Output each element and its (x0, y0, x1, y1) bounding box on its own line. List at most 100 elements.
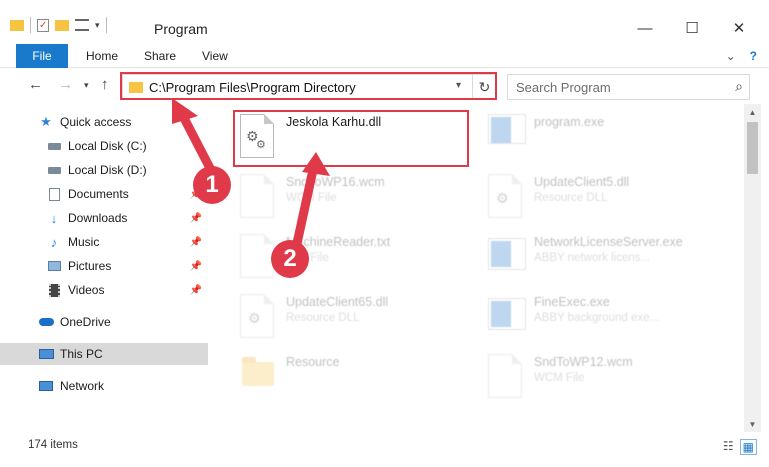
sidebar-item-onedrive[interactable]: OneDrive (0, 311, 208, 333)
details-view-icon[interactable]: ☷ (723, 439, 734, 455)
sidebar-item-quick-access[interactable]: ★ Quick access (0, 111, 208, 133)
file-item-updateclient5[interactable]: ⚙ UpdateClient5.dll Resource DLL (484, 172, 729, 228)
ribbon: File Home Share View ⌄ ? (0, 44, 769, 68)
sidebar-item-documents[interactable]: Documents 📌 (0, 183, 208, 205)
file-name: SndToWP16.wcm (286, 175, 385, 189)
file-name: UpdateClient65.dll (286, 295, 389, 309)
sidebar-item-label: Local Disk (C:) (68, 139, 147, 153)
dll-icon: ⚙ (236, 292, 280, 340)
step-badge-2: 2 (271, 240, 309, 278)
file-item-jeskola-karhu[interactable]: ⚙ ⚙ Jeskola Karhu.dll (236, 112, 481, 168)
tab-view[interactable]: View (202, 49, 228, 63)
back-arrow-icon[interactable]: ← (28, 76, 43, 93)
app-icon (484, 232, 528, 280)
new-folder-icon[interactable] (55, 19, 69, 31)
sidebar-item-local-disk-c[interactable]: Local Disk (C:) (0, 135, 208, 157)
exe-icon (484, 112, 528, 160)
sidebar-item-downloads[interactable]: ↓ Downloads 📌 (0, 207, 208, 229)
scroll-up-icon[interactable]: ▲ (744, 104, 761, 120)
file-icon (236, 172, 280, 220)
pin-icon[interactable]: 📌 (190, 261, 202, 272)
sidebar-item-label: Downloads (68, 211, 128, 225)
tab-file[interactable]: File (16, 44, 68, 68)
view-buttons: ☷ ▦ (723, 439, 757, 455)
address-highlight-box (120, 72, 497, 100)
file-item-fineexec[interactable]: FineExec.exe ABBY background exe... (484, 292, 729, 348)
videos-icon (46, 282, 62, 298)
rename-icon[interactable] (75, 19, 89, 31)
sidebar-item-music[interactable]: ♪ Music 📌 (0, 231, 208, 253)
window-title: Program (154, 21, 208, 37)
tab-home[interactable]: Home (86, 49, 118, 63)
sidebar-item-label: Quick access (60, 115, 132, 129)
dll-icon: ⚙ ⚙ (236, 112, 280, 160)
customize-qat-icon[interactable]: ▾ (95, 20, 100, 31)
close-button[interactable]: ✕ (716, 16, 762, 40)
search-input[interactable]: Search Program (516, 80, 611, 95)
ribbon-controls: ⌄ ? (726, 49, 757, 63)
step-badge-1: 1 (193, 166, 231, 204)
folder-icon (236, 352, 280, 400)
tab-share[interactable]: Share (144, 49, 176, 63)
properties-icon[interactable]: ✓ (37, 18, 49, 32)
file-type: WCM File (534, 372, 585, 384)
file-type: ABBY background exe... (534, 312, 660, 324)
search-icon[interactable]: ⌕ (735, 78, 743, 95)
sidebar-item-label: This PC (60, 347, 103, 361)
file-name: program.exe (534, 115, 605, 129)
pin-icon[interactable]: 📌 (190, 237, 202, 248)
file-name: UpdateClient5.dll (534, 175, 630, 189)
vertical-scrollbar[interactable]: ▲ ▼ (744, 104, 761, 432)
sidebar-item-this-pc[interactable]: This PC (0, 343, 208, 365)
sidebar-item-label: Music (68, 235, 100, 249)
recent-locations-icon[interactable]: ▾ (84, 80, 89, 91)
sidebar-item-label: Pictures (68, 259, 112, 273)
minimize-button[interactable]: — (622, 16, 668, 40)
download-icon: ↓ (50, 210, 58, 226)
pin-icon[interactable]: 📌 (190, 285, 202, 296)
sidebar-item-label: Network (60, 379, 105, 393)
sidebar-item-videos[interactable]: Videos 📌 (0, 279, 208, 301)
file-icon (484, 352, 528, 400)
file-item-sndtowp12[interactable]: SndToWP12.wcm WCM File (484, 352, 729, 408)
large-icons-view-icon[interactable]: ▦ (739, 439, 757, 455)
file-item-resource-folder[interactable]: Resource (236, 352, 481, 408)
navigation-pane: ★ Quick access Local Disk (C:) Local Dis… (0, 108, 210, 433)
title-bar: ✓ ▾ Program — ☐ ✕ (0, 0, 769, 40)
folder-icon[interactable] (10, 19, 24, 31)
sidebar-item-local-disk-d[interactable]: Local Disk (D:) (0, 159, 208, 181)
file-type: Resource DLL (286, 312, 360, 324)
dll-icon: ⚙ (484, 172, 528, 220)
search-box[interactable]: Search Program ⌕ (507, 74, 750, 100)
file-item-updateclient65[interactable]: ⚙ UpdateClient65.dll Resource DLL (236, 292, 481, 348)
network-icon (38, 378, 54, 394)
pin-icon[interactable]: 📌 (190, 213, 202, 224)
sidebar-item-pictures[interactable]: Pictures 📌 (0, 255, 208, 277)
file-name: NetworkLicenseServer.exe (534, 235, 683, 249)
expand-ribbon-icon[interactable]: ⌄ (726, 49, 736, 63)
file-name: SndToWP12.wcm (534, 355, 633, 369)
file-type: ABBY network licens... (534, 252, 651, 264)
sidebar-item-label: Videos (68, 283, 105, 297)
quick-access-toolbar: ✓ ▾ (10, 17, 107, 33)
file-name: Jeskola Karhu.dll (286, 115, 382, 129)
file-type: WCM File (286, 192, 337, 204)
music-icon: ♪ (50, 234, 58, 250)
scroll-down-icon[interactable]: ▼ (744, 416, 761, 432)
help-icon[interactable]: ? (750, 49, 757, 63)
file-type: Resource DLL (534, 192, 608, 204)
up-arrow-icon[interactable]: ↑ (101, 76, 109, 93)
documents-icon (46, 186, 62, 202)
sidebar-item-network[interactable]: Network (0, 375, 208, 397)
sidebar-item-label: OneDrive (60, 315, 111, 329)
file-item-sndtowp16[interactable]: SndToWP16.wcm WCM File (236, 172, 481, 228)
maximize-button[interactable]: ☐ (669, 16, 715, 40)
file-item-networklicenseserver[interactable]: NetworkLicenseServer.exe ABBY network li… (484, 232, 729, 288)
forward-arrow-icon[interactable]: → (58, 76, 73, 93)
pictures-icon (46, 258, 62, 274)
sidebar-item-label: Local Disk (D:) (68, 163, 147, 177)
file-name: FineExec.exe (534, 295, 610, 309)
cloud-icon (38, 314, 54, 330)
scroll-thumb[interactable] (747, 122, 758, 174)
file-item-program-exe[interactable]: program.exe (484, 112, 729, 168)
